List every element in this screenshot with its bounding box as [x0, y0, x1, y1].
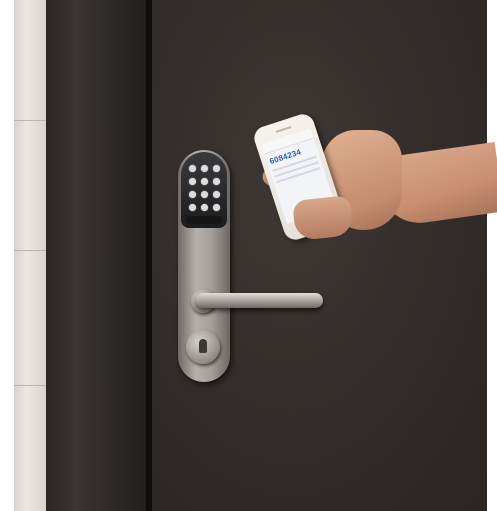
keypad-sensor: [186, 216, 222, 224]
wall-seam: [14, 120, 46, 121]
lever-handle-icon[interactable]: [196, 293, 323, 308]
keypad-key[interactable]: [213, 178, 220, 185]
phone-speaker: [275, 126, 292, 133]
background-white: [0, 0, 14, 511]
wall-seam: [14, 250, 46, 251]
keypad-key[interactable]: [201, 191, 208, 198]
wall-seam: [14, 385, 46, 386]
keypad-key[interactable]: [213, 191, 220, 198]
keypad-key[interactable]: [213, 165, 220, 172]
keypad-key[interactable]: [201, 165, 208, 172]
keypad-key[interactable]: [189, 204, 196, 211]
keypad-key[interactable]: [189, 165, 196, 172]
photo-scene: 6084234: [0, 0, 497, 511]
keypad-key[interactable]: [201, 204, 208, 211]
keypad-key[interactable]: [213, 204, 220, 211]
background-white-right: [487, 0, 497, 511]
keypad-key[interactable]: [189, 178, 196, 185]
keyhole: [199, 339, 207, 353]
keypad-key[interactable]: [189, 191, 196, 198]
keypad-buttons[interactable]: [188, 164, 222, 214]
door-frame: [46, 0, 146, 511]
wall-edge: [14, 0, 46, 511]
keypad-key[interactable]: [201, 178, 208, 185]
